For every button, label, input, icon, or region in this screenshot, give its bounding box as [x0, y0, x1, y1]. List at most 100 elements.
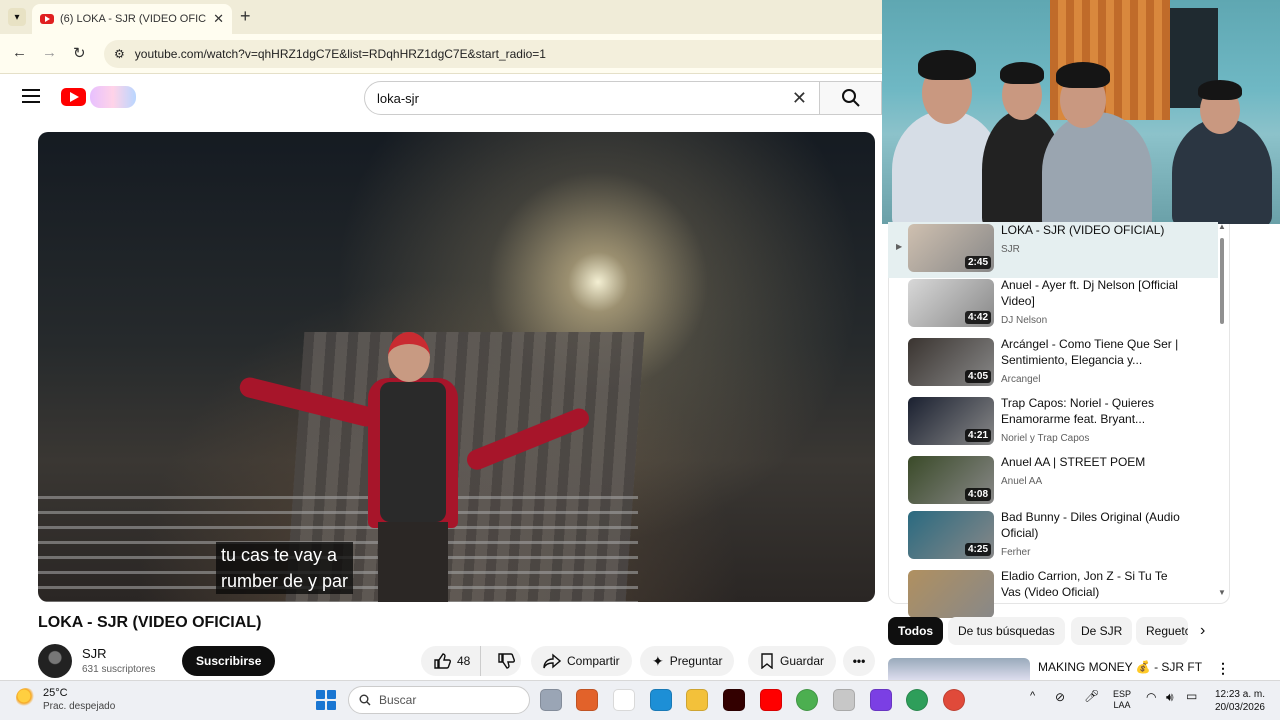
- playlist-thumbnail[interactable]: 4:08: [908, 456, 994, 504]
- playlist-item-title[interactable]: Eladio Carrion, Jon Z - Si Tu Te Vas (Vi…: [1001, 568, 1181, 600]
- microphone-icon[interactable]: 🎤︎: [1084, 689, 1099, 703]
- weather-icon[interactable]: [16, 688, 36, 708]
- search-button[interactable]: [820, 81, 882, 115]
- more-actions-icon[interactable]: •••: [843, 646, 875, 676]
- youtube-icon[interactable]: [760, 689, 782, 711]
- thumbs-up-icon: [434, 653, 451, 669]
- channel-name[interactable]: SJR: [82, 646, 107, 661]
- search-icon: [841, 89, 860, 107]
- chip-from-sjr[interactable]: De SJR: [1071, 617, 1133, 645]
- playlist-thumbnail[interactable]: [908, 570, 994, 618]
- playlist-item[interactable]: 4:25 Bad Bunny - Diles Original (Audio Of…: [888, 509, 1218, 565]
- playlist-thumbnail[interactable]: 2:45: [908, 224, 994, 272]
- video-player[interactable]: [38, 132, 875, 602]
- sparkle-icon: ✦: [652, 652, 664, 669]
- volume-icon[interactable]: 🔊︎: [1166, 690, 1174, 705]
- chip-from-searches[interactable]: De tus búsquedas: [948, 617, 1065, 645]
- chevron-right-icon[interactable]: ›: [1200, 622, 1205, 640]
- chip-all[interactable]: Todos: [888, 617, 944, 645]
- share-label: Compartir: [567, 654, 620, 668]
- playlist-item-title[interactable]: Anuel AA | STREET POEM: [1001, 454, 1181, 470]
- steam-icon[interactable]: [833, 689, 855, 711]
- share-icon: [543, 653, 561, 669]
- edge-icon[interactable]: [650, 689, 672, 711]
- obs-icon[interactable]: [870, 689, 892, 711]
- webcam-overlay: [882, 0, 1280, 224]
- search-icon: [359, 694, 371, 706]
- playlist-item-title[interactable]: Arcángel - Como Tiene Que Ser | Sentimie…: [1001, 336, 1181, 368]
- share-button[interactable]: Compartir: [531, 646, 632, 676]
- illustrator-icon[interactable]: [723, 689, 745, 711]
- youtube-logo-icon[interactable]: [61, 88, 86, 106]
- chrome-icon[interactable]: [943, 689, 965, 711]
- new-tab-icon[interactable]: +: [240, 6, 251, 27]
- menu-icon[interactable]: [22, 89, 40, 103]
- playlist-scroll-thumb[interactable]: [1220, 238, 1224, 324]
- search-input[interactable]: loka-sjr ✕: [364, 81, 820, 115]
- playlist-item[interactable]: Eladio Carrion, Jon Z - Si Tu Te Vas (Vi…: [888, 568, 1218, 624]
- recommended-thumbnail[interactable]: [888, 658, 1030, 680]
- tab-search-icon[interactable]: ▾: [8, 8, 26, 26]
- close-tab-icon[interactable]: ✕: [213, 11, 224, 27]
- battery-icon[interactable]: ▭: [1186, 689, 1197, 703]
- playlist-item-title[interactable]: Anuel - Ayer ft. Dj Nelson [Official Vid…: [1001, 277, 1181, 309]
- save-button[interactable]: Guardar: [748, 646, 837, 676]
- ask-button[interactable]: ✦ Preguntar: [640, 646, 735, 676]
- more-options-icon[interactable]: ⋮: [1216, 660, 1230, 677]
- wifi-icon[interactable]: ◠: [1146, 690, 1156, 704]
- playlist-thumbnail[interactable]: 4:21: [908, 397, 994, 445]
- weather-temperature[interactable]: 25°C: [43, 687, 68, 699]
- reload-icon[interactable]: ↻: [73, 44, 86, 62]
- taskbar-clock[interactable]: 12:23 a. m. 20/03/2026: [1213, 688, 1265, 714]
- bookmark-icon: [761, 653, 773, 669]
- playlist-thumbnail[interactable]: 4:05: [908, 338, 994, 386]
- url-field[interactable]: ⚙ youtube.com/watch?v=qhHRZ1dgC7E&list=R…: [104, 40, 882, 68]
- file-icon[interactable]: [613, 689, 635, 711]
- playlist-thumbnail[interactable]: 4:25: [908, 511, 994, 559]
- language-indicator[interactable]: ESP LAA: [1113, 689, 1131, 711]
- video-duration: 4:05: [964, 370, 991, 383]
- playlist-item-title[interactable]: Bad Bunny - Diles Original (Audio Oficia…: [1001, 509, 1181, 541]
- video-title: LOKA - SJR (VIDEO OFICIAL): [38, 614, 262, 631]
- playlist-item-title[interactable]: LOKA - SJR (VIDEO OFICIAL): [1001, 222, 1181, 238]
- youtube-doodle[interactable]: [90, 86, 136, 108]
- playlist-item-channel: Ferher: [1001, 547, 1031, 558]
- back-icon[interactable]: ←: [12, 44, 27, 61]
- taskbar-search-input[interactable]: Buscar: [348, 686, 530, 714]
- chip-regueton[interactable]: Regueton: [1136, 617, 1188, 645]
- chrome-icon[interactable]: [906, 689, 928, 711]
- tab-title: (6) LOKA - SJR (VIDEO OFICIAL): [60, 13, 207, 25]
- chrome-icon[interactable]: [796, 689, 818, 711]
- clear-search-icon[interactable]: ✕: [792, 88, 807, 109]
- playlist-item[interactable]: 4:05 Arcángel - Como Tiene Que Ser | Sent…: [888, 336, 1218, 392]
- channel-avatar[interactable]: [38, 644, 72, 678]
- playlist-thumbnail[interactable]: 4:42: [908, 279, 994, 327]
- playlist-item-title[interactable]: Trap Capos: Noriel - Quieres Enamorarme …: [1001, 395, 1181, 427]
- language-code: ESP: [1113, 689, 1132, 699]
- video-scene-performer: [237, 332, 592, 602]
- playlist-item[interactable]: ▶ 2:45 LOKA - SJR (VIDEO OFICIAL) SJR: [888, 222, 1218, 278]
- video-duration: 2:45: [964, 256, 991, 269]
- weather-description[interactable]: Prac. despejado: [43, 701, 115, 712]
- playlist-item[interactable]: 4:21 Trap Capos: Noriel - Quieres Enamora…: [888, 395, 1218, 451]
- site-info-icon[interactable]: ⚙: [114, 47, 125, 61]
- network-disabled-icon[interactable]: ⊘: [1055, 690, 1065, 704]
- like-button[interactable]: 48: [421, 646, 482, 676]
- playlist-item-channel: Anuel AA: [1001, 476, 1043, 487]
- folder-icon[interactable]: [686, 689, 708, 711]
- office-icon[interactable]: [576, 689, 598, 711]
- show-hidden-icons-icon[interactable]: ^: [1030, 690, 1035, 702]
- playlist-item-channel: SJR: [1001, 244, 1020, 255]
- dislike-button[interactable]: [487, 652, 525, 670]
- clock-date: 20/03/2026: [1214, 702, 1265, 713]
- video-duration: 4:42: [964, 311, 991, 324]
- recommended-title[interactable]: MAKING MONEY 💰 - SJR FT: [1038, 660, 1202, 674]
- playlist-item[interactable]: 4:42 Anuel - Ayer ft. Dj Nelson [Official…: [888, 277, 1218, 333]
- subscribe-button[interactable]: Suscribirse: [182, 646, 276, 676]
- browser-tab[interactable]: (6) LOKA - SJR (VIDEO OFICIAL) ✕: [32, 4, 232, 34]
- playlist-item[interactable]: 4:08 Anuel AA | STREET POEM Anuel AA: [888, 454, 1218, 510]
- windows-start-icon[interactable]: [316, 690, 336, 710]
- search-query: loka-sjr: [377, 90, 419, 106]
- task-view-icon[interactable]: [540, 689, 562, 711]
- forward-icon[interactable]: →: [42, 44, 57, 61]
